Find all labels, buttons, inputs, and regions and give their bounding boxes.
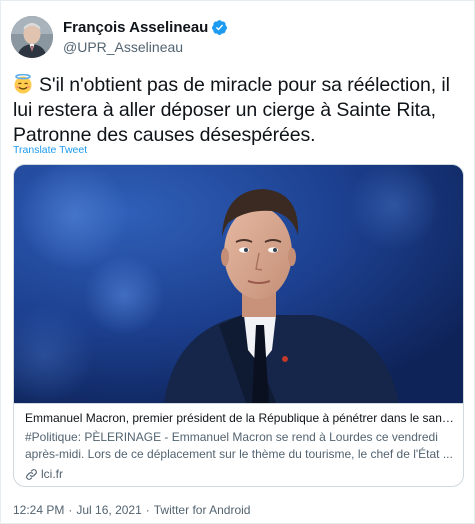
translate-tweet-link[interactable]: Translate Tweet <box>13 144 87 156</box>
tweet: François Asselineau @UPR_Asselineau S'il… <box>0 0 475 524</box>
link-preview-card[interactable]: Emmanuel Macron, premier président de la… <box>13 164 464 487</box>
tweet-source[interactable]: Twitter for Android <box>154 503 251 517</box>
link-icon <box>25 468 38 481</box>
author-names: François Asselineau @UPR_Asselineau <box>63 18 228 56</box>
tweet-text: S'il n'obtient pas de miracle pour sa ré… <box>13 74 450 146</box>
display-name-row: François Asselineau <box>63 18 228 37</box>
display-name[interactable]: François Asselineau <box>63 18 208 37</box>
tweet-text-container: S'il n'obtient pas de miracle pour sa ré… <box>13 73 468 148</box>
tweet-header: François Asselineau @UPR_Asselineau <box>11 13 228 61</box>
tweet-metadata: 12:24 PM · Jul 16, 2021 · Twitter for An… <box>13 503 250 517</box>
smiling-face-with-halo-icon <box>13 73 33 94</box>
verified-badge-icon <box>211 19 228 36</box>
separator: · <box>68 503 73 517</box>
card-title: Emmanuel Macron, premier président de la… <box>25 411 454 425</box>
card-domain-row: lci.fr <box>25 466 454 482</box>
card-domain: lci.fr <box>41 467 63 481</box>
card-image[interactable] <box>14 165 463 403</box>
tweet-time[interactable]: 12:24 PM <box>13 503 64 517</box>
separator: · <box>145 503 150 517</box>
avatar[interactable] <box>11 16 53 58</box>
tweet-date[interactable]: Jul 16, 2021 <box>76 503 141 517</box>
card-meta: Emmanuel Macron, premier président de la… <box>14 403 463 486</box>
card-description: #Politique: PÈLERINAGE - Emmanuel Macron… <box>25 430 453 461</box>
author-handle[interactable]: @UPR_Asselineau <box>63 38 228 56</box>
